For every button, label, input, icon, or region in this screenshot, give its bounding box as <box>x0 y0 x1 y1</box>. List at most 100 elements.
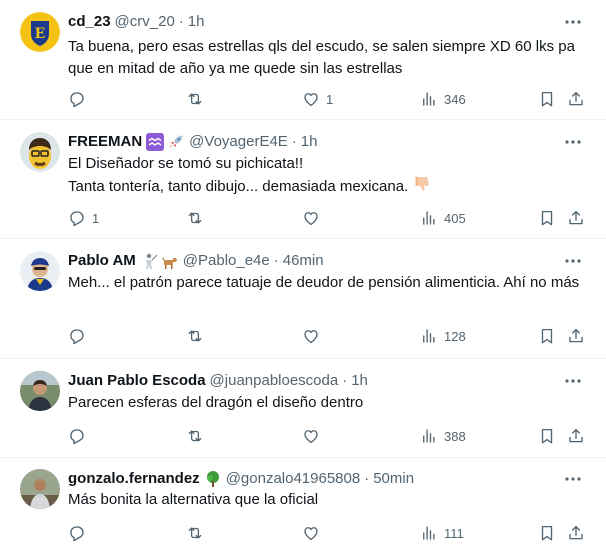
retweet-button[interactable] <box>186 523 210 543</box>
bookmark-button[interactable] <box>538 426 556 446</box>
bookmark-button[interactable] <box>538 326 556 346</box>
reply-icon <box>68 209 86 227</box>
thumbs-down-icon <box>415 177 430 191</box>
fencer-icon <box>145 253 158 269</box>
tweet-item[interactable]: Pablo AM @Pablo_e4e · 46min Meh... el pa… <box>0 239 606 359</box>
author-name[interactable]: Juan Pablo Escoda <box>68 371 206 391</box>
share-button[interactable] <box>567 326 585 346</box>
more-options-icon[interactable] <box>564 13 582 31</box>
tweet-text-line: Tanta tontería, tanto dibujo... demasiad… <box>68 175 582 198</box>
view-count: 128 <box>444 328 466 344</box>
like-button[interactable] <box>302 326 326 346</box>
views-button[interactable]: 346 <box>420 89 466 109</box>
tweet-header: Pablo AM @Pablo_e4e · 46min <box>68 251 566 271</box>
views-button[interactable]: 388 <box>420 426 466 446</box>
avatar[interactable]: E <box>20 12 60 52</box>
more-options-icon[interactable] <box>564 470 582 488</box>
tweet-text-line-content: Tanta tontería, tanto dibujo... demasiad… <box>68 178 409 195</box>
retweet-icon <box>186 90 204 108</box>
heart-icon <box>302 90 320 108</box>
tweet-text: Parecen esferas del dragón el diseño den… <box>68 394 364 411</box>
like-button[interactable] <box>302 426 326 446</box>
author-name[interactable]: FREEMAN <box>68 132 142 152</box>
like-button[interactable] <box>302 523 326 543</box>
action-bar: 111 <box>68 523 586 543</box>
reply-button[interactable] <box>68 89 92 109</box>
author-handle[interactable]: @Pablo_e4e <box>183 251 270 271</box>
views-icon <box>420 427 438 445</box>
reply-button[interactable]: 1 <box>68 208 99 228</box>
bookmark-button[interactable] <box>538 523 556 543</box>
tweet-item[interactable]: gonzalo.fernandez @gonzalo41965808 · 50m… <box>0 458 606 554</box>
timestamp[interactable]: 1h <box>188 12 205 32</box>
timestamp[interactable]: 1h <box>301 132 318 152</box>
avatar[interactable] <box>20 371 60 411</box>
reply-icon <box>68 327 86 345</box>
share-button[interactable] <box>567 523 585 543</box>
reply-button[interactable] <box>68 426 92 446</box>
separator-dot: · <box>342 372 348 389</box>
more-options-icon[interactable] <box>564 252 582 270</box>
views-button[interactable]: 405 <box>420 208 466 228</box>
timestamp[interactable]: 46min <box>283 251 324 271</box>
tweet-text: Ta buena, pero esas estrellas qls del es… <box>68 38 575 77</box>
retweet-button[interactable] <box>186 89 210 109</box>
reply-button[interactable] <box>68 523 92 543</box>
reply-icon <box>68 427 86 445</box>
like-button[interactable]: 1 <box>302 89 333 109</box>
bookmark-button[interactable] <box>538 208 556 228</box>
views-button[interactable]: 128 <box>420 326 466 346</box>
views-icon <box>420 327 438 345</box>
timestamp[interactable]: 50min <box>373 469 414 489</box>
tweet-header: gonzalo.fernandez @gonzalo41965808 · 50m… <box>68 469 566 489</box>
views-button[interactable]: 111 <box>420 523 464 543</box>
author-name[interactable]: Pablo AM <box>68 251 136 271</box>
tweet-text: Meh... el patrón parece tatuaje de deudo… <box>68 274 580 291</box>
reply-feed: E cd_23 @crv_20 · 1h Ta buena, pero esas… <box>0 0 606 554</box>
rocket-icon <box>170 135 183 148</box>
tweet-item[interactable]: Juan Pablo Escoda @juanpabloescoda · 1h … <box>0 359 606 458</box>
bookmark-icon <box>538 90 556 108</box>
retweet-button[interactable] <box>186 208 210 228</box>
more-options-icon[interactable] <box>564 133 582 151</box>
tweet-text: Más bonita la alternativa que la oficial <box>68 491 319 508</box>
view-count: 346 <box>444 91 466 107</box>
more-options-icon[interactable] <box>564 372 582 390</box>
retweet-icon <box>186 327 204 345</box>
action-bar: 128 <box>68 326 586 346</box>
share-button[interactable] <box>567 208 585 228</box>
author-name[interactable]: gonzalo.fernandez <box>68 469 200 489</box>
retweet-button[interactable] <box>186 426 210 446</box>
author-handle[interactable]: @crv_20 <box>115 12 175 32</box>
timestamp[interactable]: 1h <box>351 371 368 391</box>
share-button[interactable] <box>567 426 585 446</box>
share-icon <box>567 327 585 345</box>
view-count: 405 <box>444 210 466 226</box>
bookmark-button[interactable] <box>538 89 556 109</box>
avatar[interactable] <box>20 469 60 509</box>
share-button[interactable] <box>567 89 585 109</box>
separator-dot: · <box>364 470 370 487</box>
like-button[interactable] <box>302 208 326 228</box>
heart-icon <box>302 209 320 227</box>
view-count: 388 <box>444 428 466 444</box>
author-handle[interactable]: @VoyagerE4E <box>189 132 288 152</box>
action-bar: 1 346 <box>68 89 586 109</box>
reply-button[interactable] <box>68 326 92 346</box>
bookmark-icon <box>538 209 556 227</box>
retweet-icon <box>186 427 204 445</box>
retweet-button[interactable] <box>186 326 210 346</box>
author-handle[interactable]: @juanpabloescoda <box>210 371 339 391</box>
avatar[interactable] <box>20 132 60 172</box>
author-handle[interactable]: @gonzalo41965808 <box>226 469 361 489</box>
avatar[interactable] <box>20 251 60 291</box>
tweet-item[interactable]: FREEMAN @VoyagerE4E · 1h El Diseñador se… <box>0 120 606 239</box>
share-icon <box>567 427 585 445</box>
tweet-text: El Diseñador se tomó su pichicata!! Tant… <box>68 153 582 198</box>
tweet-item[interactable]: E cd_23 @crv_20 · 1h Ta buena, pero esas… <box>0 0 606 120</box>
name-emoji <box>140 252 179 270</box>
views-icon <box>420 209 438 227</box>
action-bar: 1 405 <box>68 208 586 228</box>
author-name[interactable]: cd_23 <box>68 12 111 32</box>
separator-dot: · <box>178 13 184 30</box>
